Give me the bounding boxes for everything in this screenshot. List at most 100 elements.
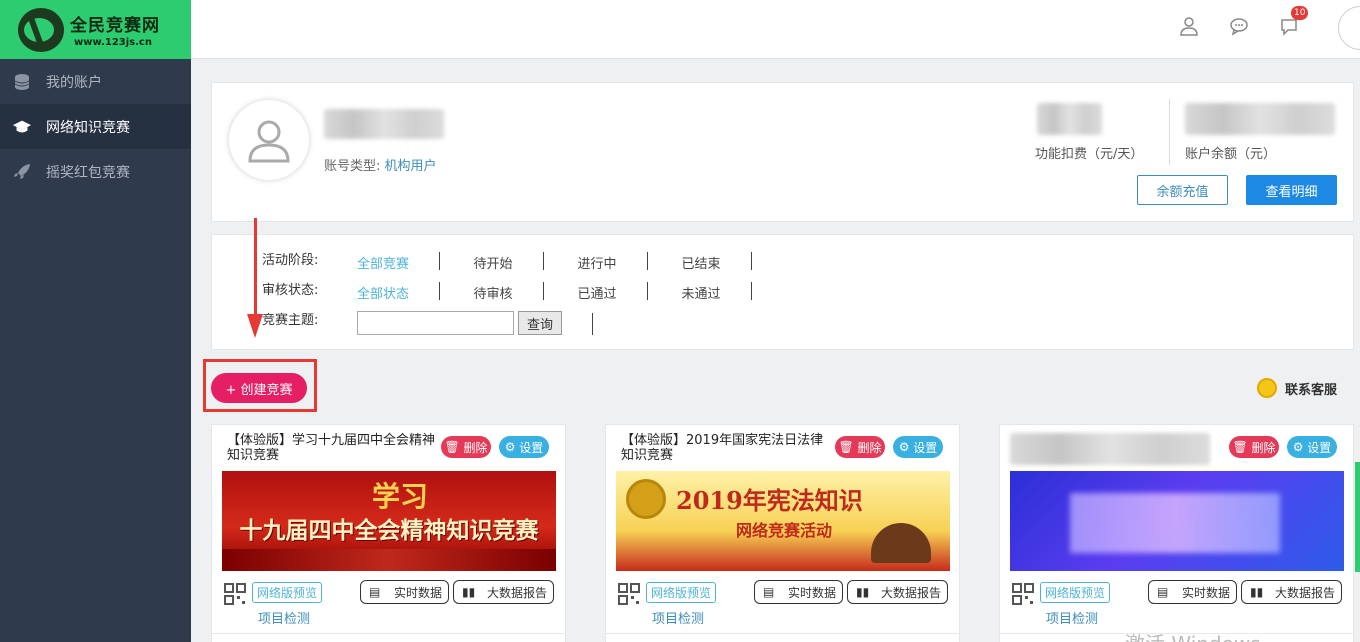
- qr-code-icon[interactable]: [1012, 583, 1034, 605]
- web-preview-link[interactable]: 网络版预览: [1040, 582, 1111, 603]
- review-option-rejected[interactable]: 未通过: [649, 283, 753, 302]
- notification-icon[interactable]: 10: [1279, 6, 1309, 38]
- user-icon[interactable]: [1179, 16, 1201, 38]
- profile-panel: 账号类型: 机构用户 功能扣费（元/天） 账户余额（元） 余额充值 查看明细: [211, 82, 1354, 222]
- gavel-icon: [871, 523, 931, 563]
- customer-service-icon: [1257, 378, 1277, 398]
- card-title: 【体验版】学习十九届四中全会精神知识竞赛: [227, 433, 436, 463]
- fee-value-redacted: [1037, 103, 1102, 135]
- realtime-label: 实时数据: [1181, 585, 1230, 600]
- delete-button[interactable]: 🗑 删除: [835, 436, 885, 458]
- settings-button[interactable]: ⚙ 设置: [499, 436, 549, 458]
- delete-button[interactable]: 🗑 删除: [1229, 436, 1279, 458]
- view-detail-button[interactable]: 查看明细: [1246, 175, 1337, 205]
- bar-chart-icon: ▮▮: [856, 585, 870, 599]
- realtime-label: 实时数据: [393, 585, 442, 600]
- brand-logo[interactable]: 全民竞赛网 www.123js.cn: [0, 0, 191, 59]
- settings-label: 设置: [519, 440, 544, 455]
- annotation-arrow-head: [247, 314, 263, 338]
- create-contest-button[interactable]: + 创建竞赛: [211, 373, 307, 403]
- settings-button[interactable]: ⚙ 设置: [893, 436, 943, 458]
- chat-icon[interactable]: [1229, 16, 1251, 38]
- review-option-all[interactable]: 全部状态: [331, 283, 435, 302]
- filter-panel: 活动阶段: 全部竞赛 待开始 进行中 已结束 审核状态: 全部状态 待审核 已通…: [211, 234, 1354, 350]
- contact-service-label: 联系客服: [1285, 382, 1338, 398]
- realtime-data-button[interactable]: ▤ 实时数据: [1148, 580, 1237, 604]
- profile-avatar: [229, 100, 309, 180]
- sidebar-item-redpacket-contest[interactable]: 摇奖红包竞赛: [0, 149, 191, 194]
- separator: [751, 252, 752, 270]
- separator: [543, 282, 544, 300]
- bigdata-report-button[interactable]: ▮▮ 大数据报告: [1241, 580, 1342, 604]
- report-label: 大数据报告: [880, 585, 941, 600]
- banner-heading: 学习: [372, 480, 429, 513]
- separator: [439, 252, 440, 270]
- annotation-arrow: [254, 218, 257, 318]
- sidebar-item-label: 我的账户: [46, 74, 102, 91]
- sidebar-item-knowledge-contest[interactable]: 网络知识竞赛: [0, 104, 191, 149]
- stage-option-ended[interactable]: 已结束: [649, 253, 753, 272]
- report-label: 大数据报告: [1274, 585, 1335, 600]
- contest-card: 🗑 删除 ⚙ 设置 网络版预览 ▤ 实时数据 ▮▮ 大数据报告 项目检测: [999, 424, 1354, 642]
- contest-banner[interactable]: 2019年宪法知识 网络竞赛活动: [616, 471, 950, 571]
- qr-code-icon[interactable]: [224, 583, 246, 605]
- avatar[interactable]: [1338, 6, 1360, 50]
- realtime-data-button[interactable]: ▤ 实时数据: [360, 580, 449, 604]
- contact-service-link[interactable]: 联系客服: [1257, 378, 1337, 398]
- qr-code-icon[interactable]: [618, 583, 640, 605]
- banner-redacted: [1070, 493, 1280, 553]
- stage-option-all[interactable]: 全部竞赛: [331, 253, 435, 272]
- bigdata-report-button[interactable]: ▮▮ 大数据报告: [847, 580, 948, 604]
- account-name-redacted: [324, 109, 444, 139]
- project-check-link[interactable]: 项目检测: [1046, 608, 1098, 627]
- recharge-button[interactable]: 余额充值: [1137, 175, 1228, 205]
- delete-button[interactable]: 🗑 删除: [441, 436, 491, 458]
- rocket-icon: [12, 162, 32, 182]
- card-divider: [606, 633, 959, 634]
- contest-card: 【体验版】学习十九届四中全会精神知识竞赛 🗑 删除 ⚙ 设置 学习 十九届四中全…: [211, 424, 566, 642]
- bar-chart-icon: ▮▮: [1250, 585, 1264, 599]
- banner-title: 2019年宪法知识: [676, 486, 863, 515]
- database-icon: [12, 72, 32, 92]
- top-bar: 10: [191, 0, 1360, 59]
- contest-banner[interactable]: [1010, 471, 1344, 571]
- bigdata-report-button[interactable]: ▮▮ 大数据报告: [453, 580, 554, 604]
- divider: [1169, 99, 1170, 165]
- banner-subtitle: 网络竞赛活动: [736, 521, 833, 540]
- sidebar-item-my-account[interactable]: 我的账户: [0, 59, 191, 104]
- realtime-label: 实时数据: [787, 585, 836, 600]
- brand-title: 全民竞赛网: [70, 16, 160, 36]
- stage-label: 活动阶段:: [262, 253, 319, 268]
- user-avatar-icon: [248, 120, 290, 163]
- contest-banner[interactable]: 学习 十九届四中全会精神知识竞赛: [222, 471, 556, 571]
- contest-card: 【体验版】2019年国家宪法日法律知识竞赛 🗑 删除 ⚙ 设置 2019年宪法知…: [605, 424, 960, 642]
- banner-title: 十九届四中全会精神知识竞赛: [239, 517, 539, 544]
- balance-label: 账户余额（元）: [1185, 147, 1277, 162]
- project-check-link[interactable]: 项目检测: [652, 608, 704, 627]
- separator: [592, 313, 593, 335]
- card-divider: [212, 633, 565, 634]
- realtime-data-button[interactable]: ▤ 实时数据: [754, 580, 843, 604]
- stage-option-ongoing[interactable]: 进行中: [545, 253, 649, 272]
- stage-option-pending[interactable]: 待开始: [441, 253, 545, 272]
- scroll-edge: [1355, 462, 1360, 572]
- web-preview-link[interactable]: 网络版预览: [252, 582, 323, 603]
- settings-button[interactable]: ⚙ 设置: [1287, 436, 1337, 458]
- report-label: 大数据报告: [486, 585, 547, 600]
- settings-label: 设置: [913, 440, 938, 455]
- account-type: 账号类型: 机构用户: [324, 159, 437, 174]
- topic-search-input[interactable]: [357, 311, 514, 335]
- delete-label: 删除: [857, 440, 882, 455]
- separator: [647, 252, 648, 270]
- search-button[interactable]: 查询: [518, 311, 562, 335]
- document-icon: ▤: [1157, 585, 1169, 599]
- delete-label: 删除: [1251, 440, 1276, 455]
- delete-label: 删除: [463, 440, 488, 455]
- bar-chart-icon: ▮▮: [462, 585, 476, 599]
- web-preview-link[interactable]: 网络版预览: [646, 582, 717, 603]
- review-option-pending[interactable]: 待审核: [441, 283, 545, 302]
- project-check-link[interactable]: 项目检测: [258, 608, 310, 627]
- review-option-passed[interactable]: 已通过: [545, 283, 649, 302]
- topic-label: 竞赛主题:: [262, 313, 319, 328]
- brand-url: www.123js.cn: [74, 37, 152, 48]
